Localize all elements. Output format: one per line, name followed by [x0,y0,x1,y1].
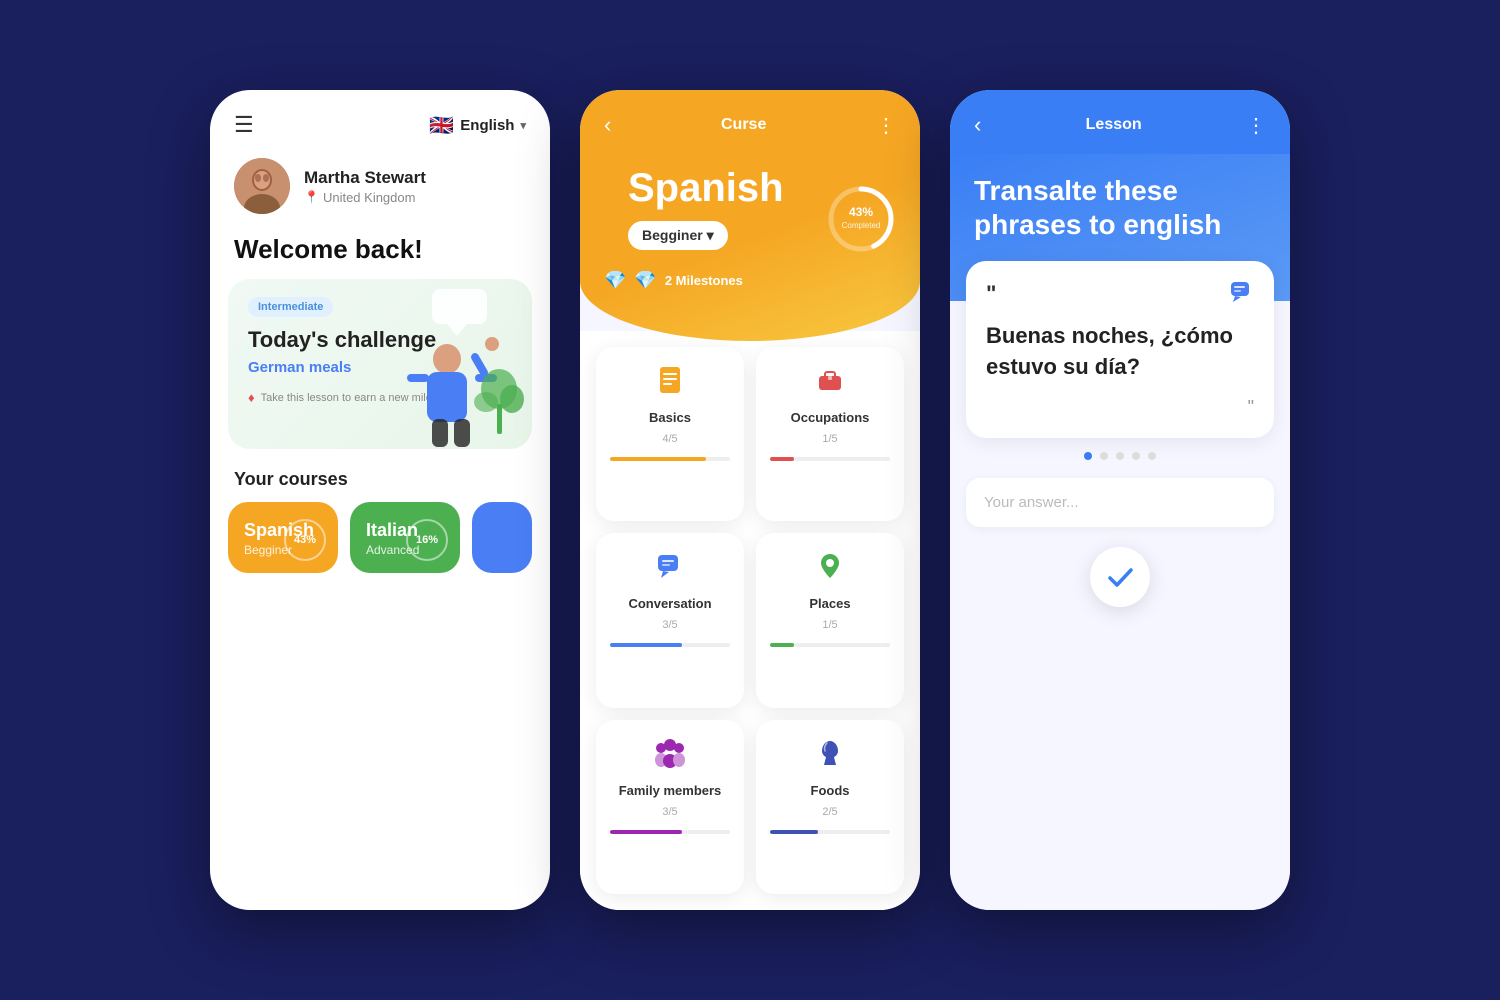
p2-header: ‹ Curse ⋮ [580,90,920,148]
back-button[interactable]: ‹ [974,112,981,138]
lesson-name: Basics [649,410,691,425]
answer-placeholder: Your answer... [984,494,1079,511]
answer-input[interactable]: Your answer... [966,478,1274,527]
lesson-count: 1/5 [822,619,837,631]
course-italian[interactable]: Italian Advanced 16% [350,502,460,573]
lesson-foods[interactable]: Foods 2/5 [756,720,904,894]
lessons-grid: Basics 4/5 Occupations 1/5 [580,331,920,910]
briefcase-icon [815,365,845,402]
back-button[interactable]: ‹ [604,112,611,138]
page-title: Lesson [1086,116,1142,134]
phone-2: ‹ Curse ⋮ Spanish Begginer ▾ 43% Complet… [580,90,920,910]
food-icon [815,738,845,775]
lesson-conversation[interactable]: Conversation 3/5 [596,533,744,707]
avatar-image [234,158,290,214]
milestones-label: 2 Milestones [665,273,743,288]
diamond-icon: ♦ [248,390,255,405]
course-extra[interactable] [472,502,532,573]
language-selector[interactable]: 🇬🇧 English ▾ [429,113,526,138]
lesson-progress-bar [610,643,730,647]
lesson-body: " Buenas noches, ¿cómo estuvo su día? " … [950,301,1290,910]
p3-header: ‹ Lesson ⋮ [950,90,1290,154]
p1-header: ☰ 🇬🇧 English ▾ [210,90,550,148]
phrase-card: " Buenas noches, ¿cómo estuvo su día? " [966,261,1274,438]
chat-bubble-icon [1230,281,1254,309]
page-title: Curse [721,116,766,134]
flag-icon: 🇬🇧 [429,113,454,138]
lesson-name: Foods [811,783,850,798]
welcome-message: Welcome back! [210,230,550,279]
dot-3[interactable] [1116,452,1124,460]
gem-icon-1: 💎 [604,270,626,291]
language-label: English [460,117,514,134]
lesson-count: 3/5 [662,619,677,631]
user-name: Martha Stewart [304,168,426,188]
lesson-places[interactable]: Places 1/5 [756,533,904,707]
more-options-icon[interactable]: ⋮ [1246,113,1266,138]
lesson-count: 4/5 [662,433,677,445]
lesson-occupations[interactable]: Occupations 1/5 [756,347,904,521]
dot-2[interactable] [1100,452,1108,460]
courses-title: Your courses [210,449,550,502]
dot-1[interactable] [1084,452,1092,460]
profile-info: Martha Stewart 📍 United Kingdom [304,168,426,205]
chevron-down-icon: ▾ [520,119,526,132]
milestones-row: 💎 💎 2 Milestones [580,256,920,291]
location-icon [815,551,845,588]
challenge-card[interactable]: Intermediate Today's challenge German me… [228,279,532,449]
open-quote-icon: " [986,281,996,307]
lesson-family[interactable]: Family members 3/5 [596,720,744,894]
phone-3: ‹ Lesson ⋮ Transalte these phrases to en… [950,90,1290,910]
svg-text:43%: 43% [849,205,873,219]
lesson-count: 2/5 [822,806,837,818]
profile-section: Martha Stewart 📍 United Kingdom [210,148,550,230]
lesson-name: Conversation [628,596,711,611]
submit-section [966,547,1274,607]
lesson-instruction: Transalte these phrases to english [974,174,1266,241]
course-spanish[interactable]: Spanish Begginer 43% [228,502,338,573]
hamburger-icon[interactable]: ☰ [234,112,254,138]
lesson-name: Places [809,596,850,611]
lesson-progress-bar [770,457,890,461]
course-progress: 16% [406,519,448,561]
location-pin-icon: 📍 [304,190,319,204]
lesson-name: Occupations [791,410,870,425]
avatar [234,158,290,214]
phone-1: ☰ 🇬🇧 English ▾ [210,90,550,910]
lesson-progress-bar [770,830,890,834]
phrase-header: " [986,281,1254,309]
dot-5[interactable] [1148,452,1156,460]
gem-icon-2: 💎 [634,270,656,291]
lesson-count: 3/5 [662,806,677,818]
level-button[interactable]: Begginer ▾ [628,221,728,250]
lesson-progress-bar [610,830,730,834]
difficulty-badge: Intermediate [248,297,333,317]
lesson-basics[interactable]: Basics 4/5 [596,347,744,521]
family-icon [653,738,687,775]
more-options-icon[interactable]: ⋮ [876,113,896,138]
spanish-phrase: Buenas noches, ¿cómo estuvo su día? [986,321,1254,383]
lesson-progress-bar [610,457,730,461]
courses-row: Spanish Begginer 43% Italian Advanced 16… [210,502,550,573]
lesson-name: Family members [619,783,722,798]
progress-ring: 43% Completed [826,184,896,254]
screens-container: ☰ 🇬🇧 English ▾ [210,90,1290,910]
dot-4[interactable] [1132,452,1140,460]
lesson-progress-bar [770,643,890,647]
lesson-count: 1/5 [822,433,837,445]
course-progress: 43% [284,519,326,561]
chat-icon [655,551,685,588]
document-icon [655,365,685,402]
svg-text:Completed: Completed [842,221,881,230]
user-location: 📍 United Kingdom [304,190,426,205]
dots-navigation [966,438,1274,470]
close-quote-icon: " [986,397,1254,418]
submit-button[interactable] [1090,547,1150,607]
challenge-illustration [372,284,532,449]
